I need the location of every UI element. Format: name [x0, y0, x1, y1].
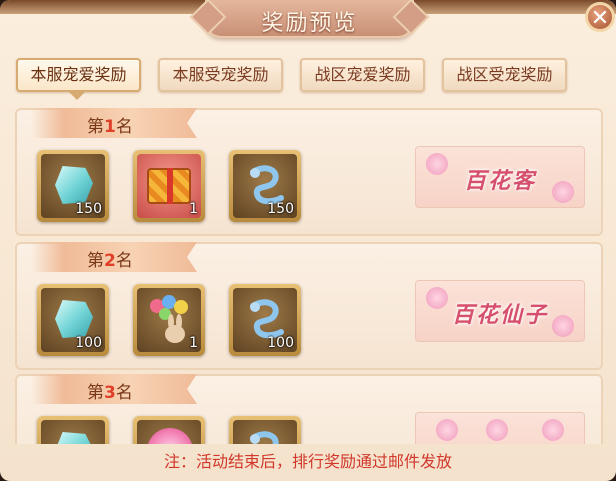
crystal-gem-icon [55, 166, 93, 204]
tab-server-love-reward[interactable]: 本服宠爱奖励 [16, 58, 141, 92]
title-banner-text: 百花客 [463, 168, 536, 194]
close-icon: ✕ [590, 6, 610, 31]
blue-dragon-icon [250, 431, 279, 444]
tab-label: 战区宠爱奖励 [314, 65, 411, 84]
crystal-gem-icon [55, 432, 93, 444]
tab-label: 本服受宠奖励 [172, 65, 269, 84]
reward-item[interactable] [229, 416, 301, 444]
reward-item[interactable]: 100 [229, 284, 301, 356]
rank-label: 第1名 [87, 117, 133, 137]
tab-server-favored-reward[interactable]: 本服受宠奖励 [158, 58, 283, 92]
reward-item[interactable]: 150 [37, 150, 109, 222]
footer-note: 注：活动结束后，排行奖励通过邮件发放 [163, 452, 452, 471]
title-reward-banner[interactable] [415, 412, 585, 444]
reward-item[interactable]: 1 [133, 284, 205, 356]
title-reward-banner[interactable]: 百花仙子 [415, 280, 585, 342]
item-quantity: 150 [75, 201, 102, 217]
tab-label: 本服宠爱奖励 [30, 65, 127, 84]
item-quantity: 100 [75, 335, 102, 351]
item-quantity: 1 [189, 201, 198, 217]
reward-item[interactable]: 100 [37, 284, 109, 356]
rank-label: 第3名 [87, 383, 133, 403]
reward-item[interactable] [133, 416, 205, 444]
flower-decor-icon [542, 419, 564, 441]
tab-zone-love-reward[interactable]: 战区宠爱奖励 [300, 58, 425, 92]
reward-preview-window: 奖励预览 ✕ 本服宠爱奖励 本服受宠奖励 战区宠爱奖励 战区受宠奖励 第1名 1… [0, 0, 616, 481]
pink-flower-icon [147, 428, 193, 444]
title-bar: 奖励预览 [205, 0, 414, 38]
crystal-gem-icon [55, 300, 93, 338]
reward-item[interactable]: 1 [133, 150, 205, 222]
gift-box-icon [147, 168, 191, 204]
item-quantity: 100 [267, 335, 294, 351]
item-quantity: 1 [189, 335, 198, 351]
flower-decor-icon [436, 419, 458, 441]
reward-item[interactable]: 150 [229, 150, 301, 222]
reward-list[interactable]: 第1名 150 1 150 百花客 第2名 100 1 100 百花仙子 第3名 [10, 98, 606, 444]
tab-label: 战区受宠奖励 [456, 65, 553, 84]
rank-label: 第2名 [87, 251, 133, 271]
reward-item[interactable] [37, 416, 109, 444]
rank-card-2: 第2名 100 1 100 百花仙子 [15, 242, 603, 370]
balloon-bunny-icon [150, 295, 188, 343]
item-quantity: 150 [267, 201, 294, 217]
flower-decor-icon [486, 419, 508, 441]
rank-card-1: 第1名 150 1 150 百花客 [15, 108, 603, 236]
close-button[interactable]: ✕ [585, 2, 615, 32]
window-title: 奖励预览 [261, 11, 358, 36]
title-banner-text: 百花仙子 [451, 302, 548, 328]
rank-card-3: 第3名 [15, 374, 603, 444]
tab-zone-favored-reward[interactable]: 战区受宠奖励 [442, 58, 567, 92]
title-reward-banner[interactable]: 百花客 [415, 146, 585, 208]
